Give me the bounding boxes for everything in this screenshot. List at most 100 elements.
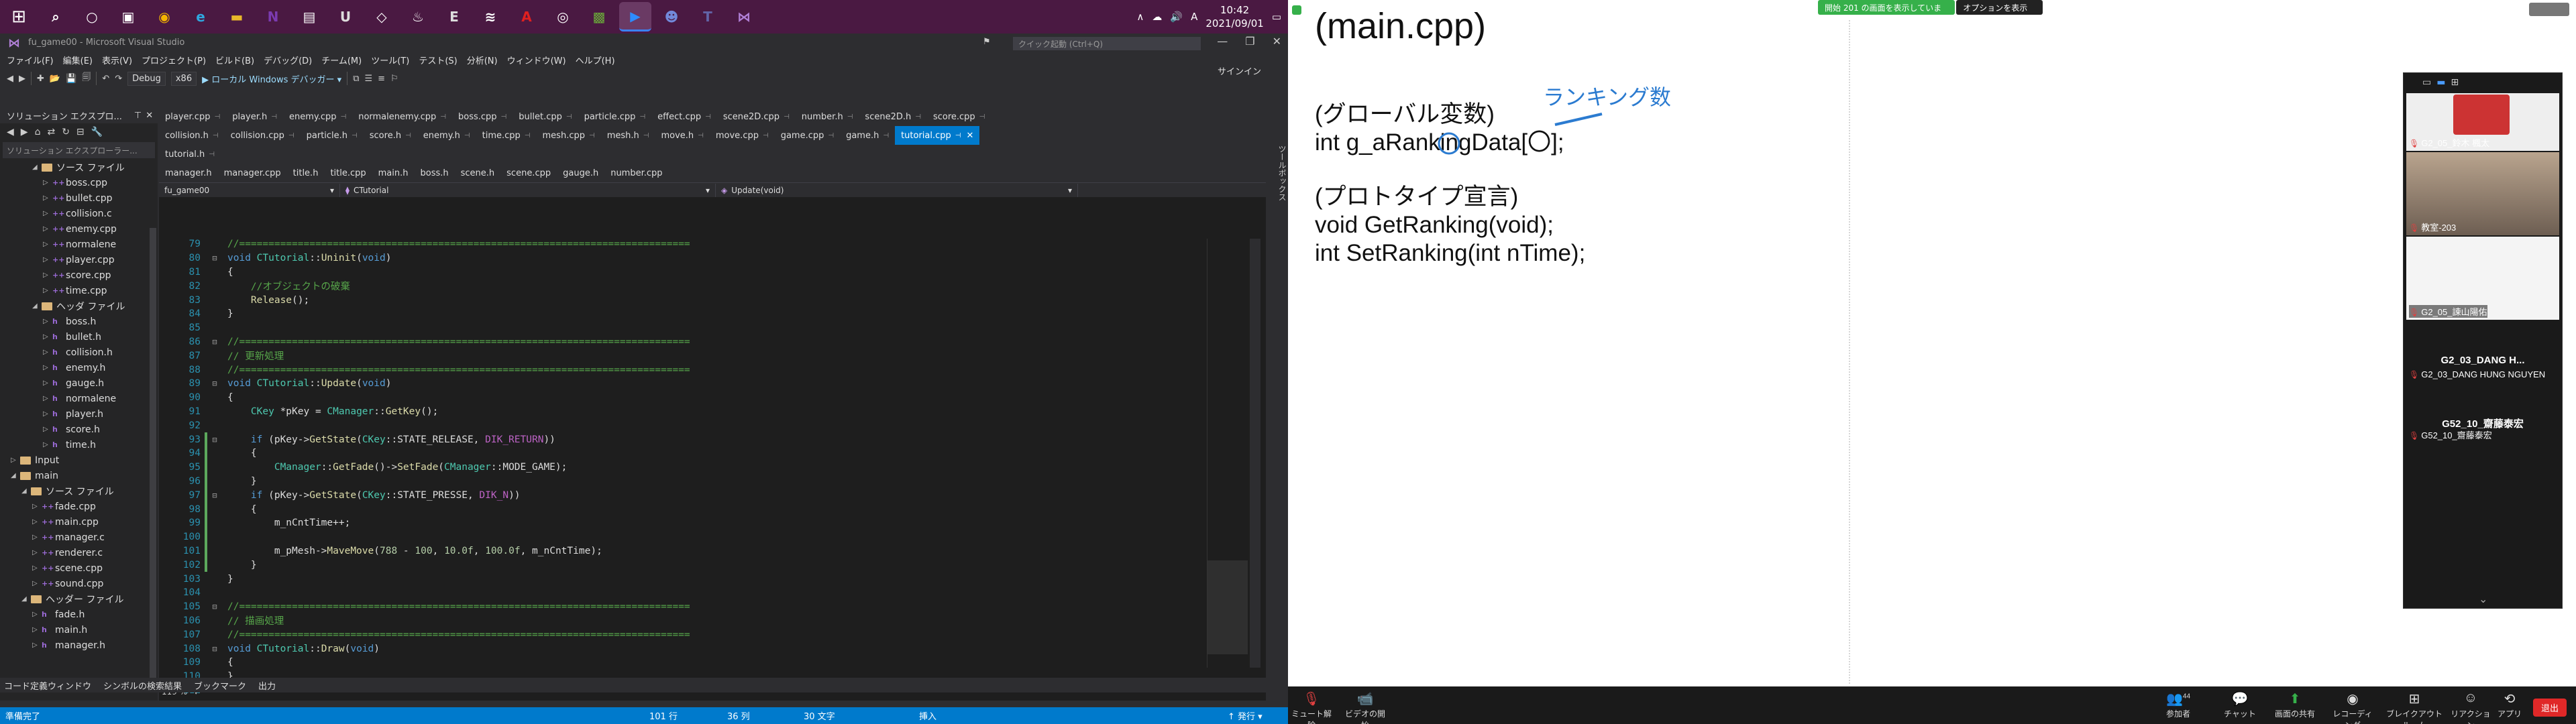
edge-icon[interactable]: e xyxy=(184,2,217,32)
document-tab[interactable]: scene.cpp xyxy=(500,164,557,182)
project-dropdown[interactable]: fu_game00 ▾ xyxy=(159,183,340,197)
tree-item[interactable]: ▷ ++ collision.c xyxy=(0,206,158,221)
code-line[interactable]: 96 } xyxy=(159,474,1226,489)
code-line[interactable]: 106 // 描画処理 xyxy=(159,614,1226,628)
collapsed-arrow-icon[interactable]: ▷ xyxy=(32,518,42,526)
search-icon[interactable]: ⌕ xyxy=(40,2,72,32)
code-line[interactable]: 92 xyxy=(159,418,1226,432)
collapsed-arrow-icon[interactable]: ▷ xyxy=(43,179,52,186)
document-tab[interactable]: player.h ⊣ xyxy=(226,107,283,126)
code-line[interactable]: 105 ⊟ //==================================… xyxy=(159,600,1226,614)
back-icon[interactable]: ◀ xyxy=(7,127,14,137)
tree-item[interactable]: ▷ h enemy.h xyxy=(0,360,158,375)
collapsed-arrow-icon[interactable]: ▷ xyxy=(32,642,42,649)
code-line[interactable]: 85 xyxy=(159,321,1226,335)
ime-indicator[interactable]: A xyxy=(1191,11,1197,23)
document-tab[interactable]: title.cpp xyxy=(324,164,372,182)
code-line[interactable]: 109 { xyxy=(159,656,1226,670)
scope-dropdown[interactable]: ⧫ CTutorial ▾ xyxy=(340,183,716,197)
document-tab[interactable]: boss.h xyxy=(415,164,455,182)
code-line[interactable]: 108 ⊟ void CTutorial::Draw(void) xyxy=(159,642,1226,656)
menu-item[interactable]: 分析(N) xyxy=(467,54,498,66)
record-button[interactable]: ◉ レコーディング xyxy=(2329,690,2376,724)
tree-item[interactable]: ◢ main xyxy=(0,468,158,483)
obs-icon[interactable]: ◎ xyxy=(547,2,579,32)
collapsed-arrow-icon[interactable]: ▷ xyxy=(43,410,52,418)
document-tab[interactable]: particle.cpp ⊣ xyxy=(578,107,652,126)
document-tab[interactable]: time.cpp ⊣ xyxy=(476,126,537,145)
open-icon[interactable]: 📂 xyxy=(50,74,60,84)
pin-icon[interactable]: ⊣ xyxy=(979,113,985,121)
pin-icon[interactable]: ⊣ xyxy=(209,151,215,158)
close-panel-icon[interactable]: ✕ xyxy=(146,111,153,121)
expanded-arrow-icon[interactable]: ◢ xyxy=(21,595,31,603)
tree-item[interactable]: ▷ h boss.h xyxy=(0,314,158,329)
pin-icon[interactable]: ⊣ xyxy=(705,113,711,121)
collapsed-arrow-icon[interactable]: ▷ xyxy=(32,611,42,618)
participants-button[interactable]: 👥44 参加者 xyxy=(2155,690,2202,719)
comment-icon[interactable]: ☰ xyxy=(365,74,373,84)
platform-dropdown[interactable]: x86 xyxy=(170,71,197,86)
zoom-window-controls[interactable] xyxy=(2529,3,2569,16)
expanded-arrow-icon[interactable]: ◢ xyxy=(32,164,42,171)
document-tab[interactable]: game.cpp ⊣ xyxy=(775,126,840,145)
code-line[interactable]: 84} xyxy=(159,307,1226,321)
fold-toggle-icon[interactable]: ⊟ xyxy=(207,435,222,444)
home-icon[interactable]: ⌂ xyxy=(35,127,41,137)
teams-icon[interactable]: T xyxy=(692,2,724,32)
code-line[interactable]: 80 ⊟ void CTutorial::Uninit(void) xyxy=(159,251,1226,265)
mute-button[interactable]: 🎙 ミュート解除 xyxy=(1288,690,1335,724)
bottom-tool-tab[interactable]: 出力 xyxy=(258,679,276,692)
document-tab[interactable]: normalenemy.cpp ⊣ xyxy=(352,107,452,126)
quick-launch-input[interactable]: クイック起動 (Ctrl+Q) xyxy=(1013,37,1201,50)
share-screen-button[interactable]: ⬆ 画面の共有 xyxy=(2271,690,2318,719)
tree-item[interactable]: ◢ ヘッダー ファイル xyxy=(0,591,158,607)
collapsed-arrow-icon[interactable]: ▷ xyxy=(43,349,52,356)
tree-item[interactable]: ▷ h fade.h xyxy=(0,607,158,622)
tray-chevron-icon[interactable]: ∧ xyxy=(1136,11,1144,23)
tree-item[interactable]: ◢ ソース ファイル xyxy=(0,160,158,175)
new-project-icon[interactable]: ✚ xyxy=(37,74,44,84)
tree-item[interactable]: ▷ ++ enemy.cpp xyxy=(0,221,158,237)
pin-icon[interactable]: ⊣ xyxy=(440,113,446,121)
windows-start-icon[interactable]: ⊞ xyxy=(0,0,38,34)
code-line[interactable]: 89 ⊟ void CTutorial::Update(void) xyxy=(159,377,1226,391)
sync-icon[interactable]: ⇄ xyxy=(47,127,55,137)
document-tab[interactable]: collision.cpp ⊣ xyxy=(225,126,301,145)
pin-icon[interactable]: ⊣ xyxy=(214,113,220,121)
refresh-icon[interactable]: ↻ xyxy=(62,127,70,137)
collapsed-arrow-icon[interactable]: ▷ xyxy=(32,534,42,541)
solution-search-input[interactable]: ソリューション エクスプローラー... xyxy=(3,142,155,158)
uncomment-icon[interactable]: ≡ xyxy=(378,74,385,84)
document-tab[interactable]: enemy.cpp ⊣ xyxy=(283,107,352,126)
menu-item[interactable]: 表示(V) xyxy=(102,54,132,66)
solution-scrollbar[interactable] xyxy=(150,228,156,684)
document-tab-active[interactable]: tutorial.cpp ⊣ ✕ xyxy=(895,126,980,145)
collapsed-arrow-icon[interactable]: ▷ xyxy=(43,333,52,341)
document-tab[interactable]: scene2D.cpp ⊣ xyxy=(717,107,796,126)
config-dropdown[interactable]: Debug xyxy=(127,71,166,86)
document-tab[interactable]: scene.h xyxy=(455,164,501,182)
collapsed-arrow-icon[interactable]: ▷ xyxy=(11,457,20,464)
tree-item[interactable]: ▷ h bullet.h xyxy=(0,329,158,345)
collapsed-arrow-icon[interactable]: ▷ xyxy=(43,194,52,202)
tree-item[interactable]: ▷ ++ manager.c xyxy=(0,530,158,545)
pin-icon[interactable]: ⊣ xyxy=(915,113,921,121)
save-icon[interactable]: 💾 xyxy=(66,74,76,84)
forward-icon[interactable]: ▶ xyxy=(19,74,25,84)
code-line[interactable]: 103} xyxy=(159,572,1226,586)
pin-icon[interactable]: ⊣ xyxy=(955,132,961,139)
code-line[interactable]: 93 ⊟ if (pKey->GetState(CKey::STATE_RELEA… xyxy=(159,432,1226,446)
minecraft-icon[interactable]: ▩ xyxy=(583,2,615,32)
view-grid-icon[interactable]: ⊞ xyxy=(2451,77,2459,88)
code-line[interactable]: 79 //====================================… xyxy=(159,237,1226,251)
pin-icon[interactable]: ⊣ xyxy=(883,132,889,139)
collapsed-arrow-icon[interactable]: ▷ xyxy=(32,549,42,556)
document-tab[interactable]: tutorial.h ⊣ xyxy=(159,145,221,164)
document-tab[interactable]: effect.cpp ⊣ xyxy=(651,107,717,126)
participant-tile[interactable]: 🎙 教室-203 xyxy=(2406,152,2559,235)
tree-item[interactable]: ▷ ++ bullet.cpp xyxy=(0,190,158,206)
tree-item[interactable]: ▷ ++ boss.cpp xyxy=(0,175,158,190)
tree-item[interactable]: ◢ ヘッダ ファイル xyxy=(0,298,158,314)
tree-item[interactable]: ▷ h score.h xyxy=(0,422,158,437)
